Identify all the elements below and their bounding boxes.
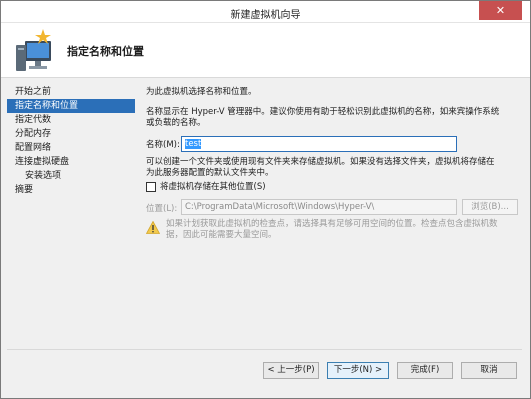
folder-description-line-2: 为此服务器配置的默认文件夹中。 bbox=[146, 168, 274, 178]
page-title: 指定名称和位置 bbox=[67, 45, 144, 58]
store-elsewhere-checkbox[interactable] bbox=[146, 181, 156, 192]
name-input[interactable]: test bbox=[181, 136, 457, 152]
sidebar-item-summary[interactable]: 摘要 bbox=[7, 183, 135, 197]
wizard-window: 新建虚拟机向导 ✕ 指定名称和位置 开始之前 指定名称和位置 指定代数 分配内存… bbox=[0, 0, 531, 399]
warning-line-1: 如果计划获取此虚拟机的检查点，请选择具有足够可用空间的位置。检查点包含虚拟机数 bbox=[166, 219, 498, 229]
wizard-steps-sidebar: 开始之前 指定名称和位置 指定代数 分配内存 配置网络 连接虚拟硬盘 安装选项 … bbox=[7, 85, 135, 340]
sidebar-item-memory[interactable]: 分配内存 bbox=[7, 127, 135, 141]
new-vm-wizard-icon bbox=[16, 29, 51, 71]
previous-button[interactable]: < 上一步(P) bbox=[263, 362, 319, 379]
title-bar: 新建虚拟机向导 ✕ bbox=[1, 1, 530, 23]
wizard-content: 为此虚拟机选择名称和位置。 名称显示在 Hyper-V 管理器中。建议你使用有助… bbox=[146, 85, 526, 345]
name-label: 名称(M): bbox=[146, 140, 180, 150]
browse-button: 浏览(B)... bbox=[462, 199, 518, 215]
sidebar-item-install-options[interactable]: 安装选项 bbox=[7, 169, 135, 183]
warning-text: 如果计划获取此虚拟机的检查点，请选择具有足够可用空间的位置。检查点包含虚拟机数 … bbox=[166, 219, 526, 241]
next-button[interactable]: 下一步(N) > bbox=[327, 362, 389, 379]
window-title: 新建虚拟机向导 bbox=[230, 10, 301, 21]
close-button[interactable]: ✕ bbox=[479, 1, 522, 20]
sidebar-item-virtual-disk[interactable]: 连接虚拟硬盘 bbox=[7, 155, 135, 169]
sidebar-item-name-location[interactable]: 指定名称和位置 bbox=[7, 99, 135, 113]
name-description-line-1: 名称显示在 Hyper-V 管理器中。建议你使用有助于轻松识别此虚拟机的名称，如… bbox=[146, 107, 500, 117]
warning-icon bbox=[146, 221, 160, 234]
store-elsewhere-row[interactable]: 将虚拟机存储在其他位置(S) bbox=[146, 181, 266, 193]
sidebar-item-networking[interactable]: 配置网络 bbox=[7, 141, 135, 155]
cancel-button[interactable]: 取消 bbox=[461, 362, 517, 379]
footer-divider bbox=[7, 349, 522, 350]
store-elsewhere-label[interactable]: 将虚拟机存储在其他位置(S) bbox=[160, 182, 266, 192]
wizard-header: 指定名称和位置 bbox=[1, 23, 530, 78]
location-input: C:\ProgramData\Microsoft\Windows\Hyper-V… bbox=[181, 199, 457, 215]
name-input-value: test bbox=[185, 139, 202, 149]
sidebar-item-before-you-begin[interactable]: 开始之前 bbox=[7, 85, 135, 99]
sidebar-item-generation[interactable]: 指定代数 bbox=[7, 113, 135, 127]
folder-description-line-1: 可以创建一个文件夹或使用现有文件夹来存储虚拟机。如果没有选择文件夹，虚拟机将存储… bbox=[146, 157, 495, 167]
intro-text: 为此虚拟机选择名称和位置。 bbox=[146, 87, 257, 97]
location-label: 位置(L): bbox=[146, 204, 178, 214]
warning-line-2: 据，因此可能需要大量空间。 bbox=[166, 230, 277, 240]
name-description-line-2: 或负载的名称。 bbox=[146, 118, 206, 128]
finish-button[interactable]: 完成(F) bbox=[397, 362, 453, 379]
